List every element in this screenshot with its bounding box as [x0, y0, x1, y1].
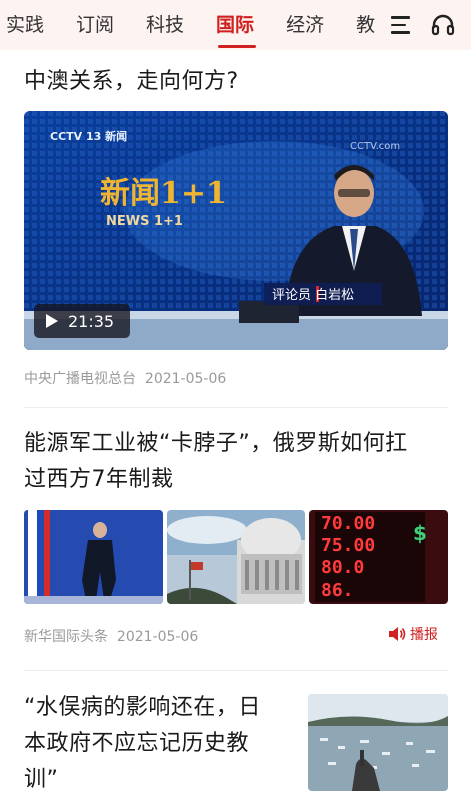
program-logo-en: NEWS 1+1 — [106, 214, 183, 229]
article-date: 2021-05-06 — [144, 371, 227, 387]
video-duration[interactable]: 21:35 — [34, 304, 130, 338]
thumbnail-image[interactable] — [308, 694, 448, 791]
tab-tech[interactable]: 科技 — [140, 0, 184, 50]
tab-international[interactable]: 国际 — [210, 0, 257, 50]
headphones-icon[interactable] — [430, 12, 456, 38]
article-title-line[interactable]: 训” — [24, 762, 294, 791]
video-thumbnail[interactable]: CCTV 13 新闻 新闻1+1 NEWS 1+1 CCTV.com 评论员 白… — [24, 111, 448, 350]
article-title-line[interactable]: “水俣病的影响还在，日 — [24, 690, 294, 726]
speaker-icon — [389, 627, 406, 641]
price-text: 86. — [321, 580, 354, 601]
article-thumbnails[interactable]: 70.00 75.00 80.0 86. $ — [24, 510, 449, 604]
top-nav-bar: 实践 订阅 科技 国际 经济 教 — [0, 0, 471, 50]
article-title-line[interactable]: 能源军工业被“卡脖子”，俄罗斯如何扛 — [24, 426, 448, 462]
article-date: 2021-05-06 — [116, 629, 199, 645]
article-meta: 新华国际头条 2021-05-06 — [24, 626, 198, 646]
play-label: 播报 — [410, 627, 438, 643]
thumbnail-image[interactable] — [166, 510, 306, 604]
price-text: 75.00 — [321, 535, 375, 556]
divider — [24, 670, 448, 671]
price-text: 80.0 — [321, 557, 364, 578]
article-source: 新华国际头条 — [24, 629, 108, 645]
article-card[interactable]: 中澳关系，走向何方? — [24, 64, 448, 100]
anchor-caption: 评论员 白岩松 — [272, 287, 354, 303]
tab-subscribe[interactable]: 订阅 — [70, 0, 114, 50]
channel-tabs: 实践 订阅 科技 国际 经济 教 — [0, 0, 380, 50]
article-title-line[interactable]: 本政府不应忘记历史教 — [24, 726, 294, 762]
divider — [24, 407, 448, 408]
tab-education[interactable]: 教 — [350, 0, 375, 50]
article-source: 中央广播电视总台 — [24, 371, 136, 387]
article-card[interactable]: 能源军工业被“卡脖子”，俄罗斯如何扛 过西方7年制裁 — [24, 426, 448, 498]
tab-economy[interactable]: 经济 — [280, 0, 324, 50]
corner-logo: CCTV.com — [350, 141, 400, 152]
menu-icon[interactable] — [389, 13, 413, 37]
article-title[interactable]: 中澳关系，走向何方? — [24, 64, 448, 100]
thumbnail-image[interactable]: 70.00 75.00 80.0 86. $ — [309, 510, 449, 604]
play-icon — [46, 314, 58, 328]
price-text: 70.00 — [321, 513, 375, 534]
duration-text: 21:35 — [68, 311, 115, 331]
audio-play-button[interactable]: 播报 — [388, 624, 438, 644]
program-logo: 新闻1+1 — [100, 176, 227, 211]
svg-text:$: $ — [413, 521, 427, 545]
article-meta: 中央广播电视总台 2021-05-06 — [24, 368, 226, 388]
tab-practice[interactable]: 实践 — [0, 0, 44, 50]
article-card[interactable]: “水俣病的影响还在，日 本政府不应忘记历史教 训” — [24, 690, 294, 791]
thumbnail-image[interactable] — [24, 510, 163, 604]
cctv-logo: CCTV 13 新闻 — [50, 129, 127, 143]
article-title-line[interactable]: 过西方7年制裁 — [24, 462, 448, 498]
